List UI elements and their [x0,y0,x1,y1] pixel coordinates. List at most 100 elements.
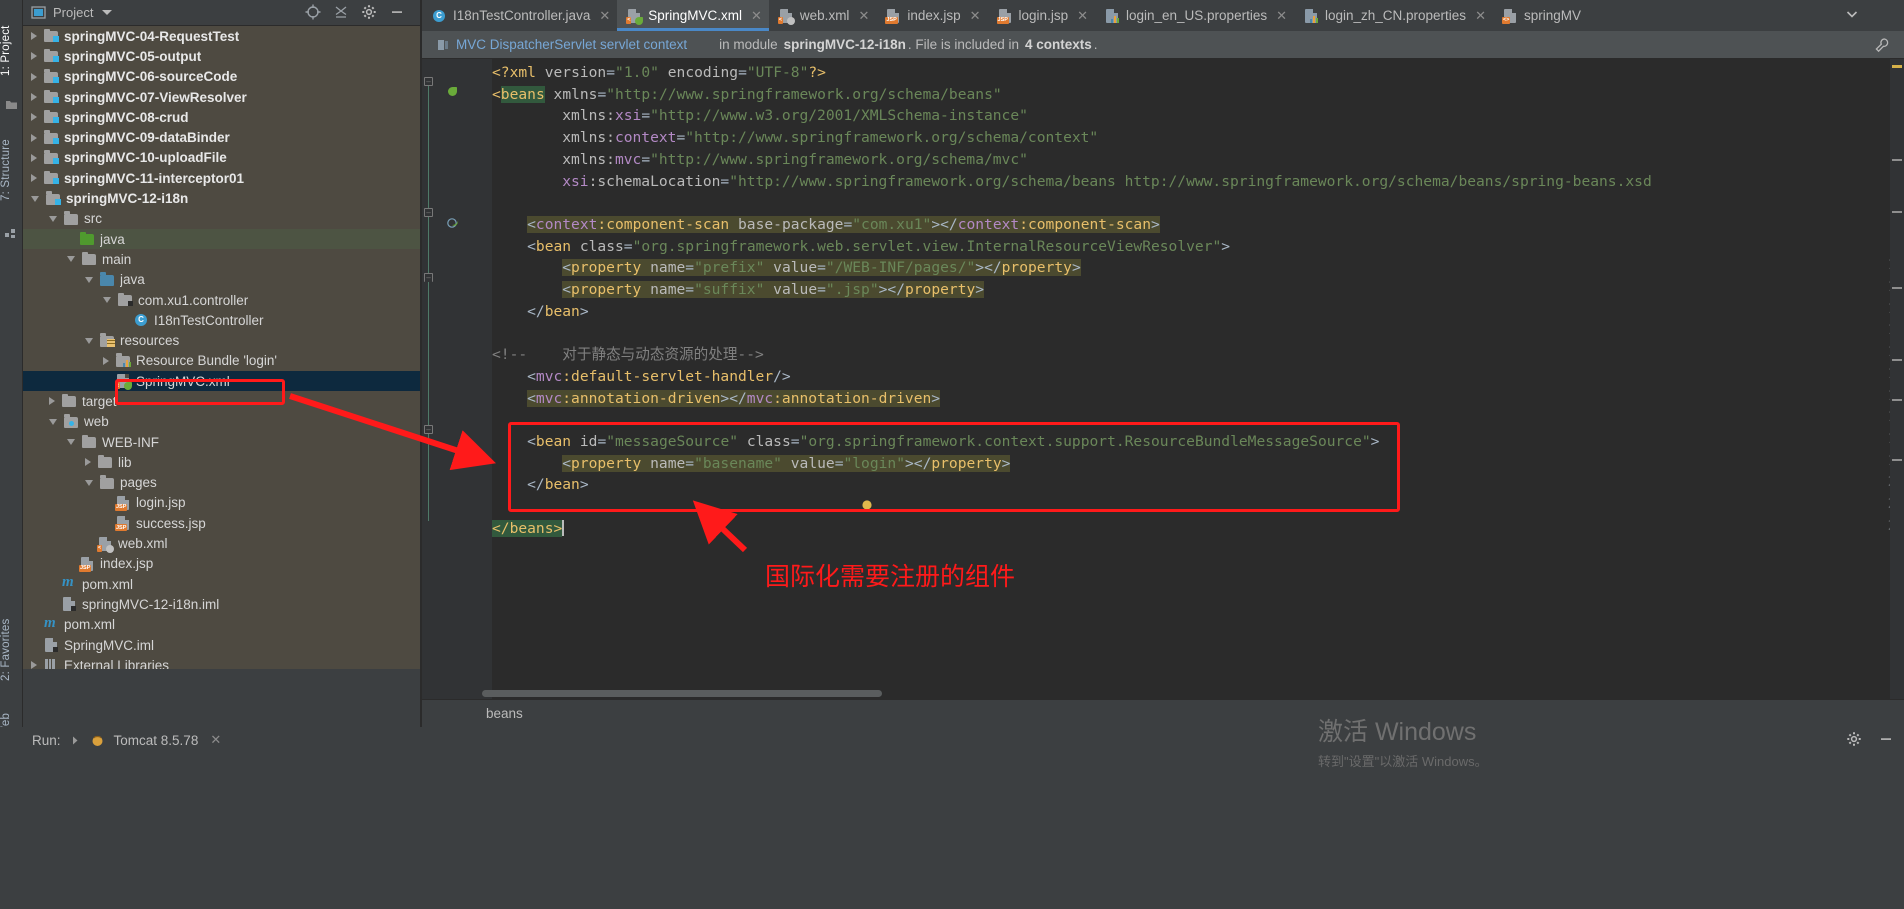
code-line[interactable]: xmlns:xsi="http://www.w3.org/2001/XMLSch… [562,105,1028,127]
tree-node[interactable]: springMVC-09-dataBinder [23,127,420,148]
chevron-right-icon[interactable] [31,133,37,142]
tree-node[interactable]: springMVC-07-ViewResolver [23,86,420,108]
tree-node[interactable]: resources [23,330,420,350]
change-marker[interactable] [1892,459,1902,461]
tree-node[interactable]: main [23,249,420,270]
chevron-down-icon[interactable] [85,276,93,283]
spring-bean-icon[interactable] [446,216,460,230]
close-icon[interactable]: ✕ [599,8,610,24]
chevron-down-icon[interactable] [67,256,75,263]
tree-node[interactable]: SpringMVC.iml [23,634,420,656]
project-tree[interactable]: springMVC-04-RequestTest springMVC-05-out… [23,26,420,669]
collapse-all-icon[interactable] [333,4,349,23]
close-icon[interactable]: ✕ [210,732,221,748]
chevron-down-icon[interactable] [102,10,113,15]
chevron-right-icon[interactable] [31,661,37,669]
code-line[interactable]: <!-- 对于静态与动态资源的处理--> [492,344,764,366]
tree-node[interactable]: springMVC-05-output [23,46,420,67]
locate-icon[interactable] [305,4,321,23]
code-line[interactable]: <property name="suffix" value=".jsp"></p… [562,279,985,301]
editor-tab[interactable]: <> springMV [1493,0,1588,31]
chevron-right-icon[interactable] [31,72,37,81]
editor-horizontal-scrollbar[interactable] [482,690,882,697]
close-icon[interactable]: ✕ [1475,8,1486,24]
chevron-right-icon[interactable] [85,458,91,467]
spring-bean-icon[interactable] [446,85,459,98]
chevron-right-icon[interactable] [70,735,81,746]
chevron-down-icon[interactable] [1844,6,1860,25]
code-line[interactable]: <bean class="org.springframework.web.ser… [527,236,1230,258]
chevron-right-icon[interactable] [31,113,37,122]
tree-node[interactable]: < SpringMVC.xml [23,371,420,392]
gear-icon[interactable] [1846,731,1862,750]
code-text-area[interactable]: <?xml version="1.0" encoding="UTF-8"?> <b… [492,59,1904,699]
tree-node[interactable]: target [23,391,420,412]
tree-node[interactable]: src [23,208,420,229]
gear-icon[interactable] [361,4,377,23]
change-marker[interactable] [1892,159,1902,161]
chevron-down-icon[interactable] [31,195,39,202]
change-marker[interactable] [1892,399,1902,401]
tree-node[interactable]: springMVC-12-i18n.iml [23,594,420,615]
tree-node[interactable]: springMVC-08-crud [23,107,420,128]
code-line[interactable]: <property name="basename" value="login">… [562,453,1011,475]
chevron-right-icon[interactable] [31,52,37,61]
editor-marker-bar[interactable] [1890,59,1904,699]
tab-overflow-controls[interactable] [1842,0,1904,31]
tree-node[interactable]: JSP index.jsp [23,553,420,575]
tree-node[interactable]: springMVC-10-uploadFile [23,147,420,169]
tree-node[interactable]: com.xu1.controller [23,290,420,310]
change-marker[interactable] [1892,287,1902,289]
tree-node[interactable]: C I18nTestController [23,310,420,330]
tree-node[interactable]: External Libraries [23,655,420,669]
chevron-down-icon[interactable] [103,297,111,303]
rail-item-project[interactable]: 1: Project [0,8,23,93]
fold-collapse-icon[interactable]: – [424,208,433,217]
chevron-right-icon[interactable] [49,397,55,406]
chevron-down-icon[interactable] [67,439,75,446]
editor-tab[interactable]: JSP login.jsp ✕ [988,0,1095,31]
tree-node[interactable]: springMVC-04-RequestTest [23,26,420,47]
chevron-right-icon[interactable] [31,174,37,183]
tree-node[interactable]: web [23,411,420,432]
fold-collapse-icon[interactable]: – [424,77,433,86]
tree-node[interactable]: JSP login.jsp [23,492,420,514]
tree-node[interactable]: Resource Bundle 'login' [23,351,420,371]
editor-tab[interactable]: JSP index.jsp ✕ [876,0,987,31]
editor-gutter[interactable] [422,59,478,699]
editor-tab[interactable]: login_en_US.properties ✕ [1095,0,1294,31]
infobar-contexts-count[interactable]: 4 contexts [1025,37,1092,52]
tree-node[interactable]: < web.xml [23,533,420,554]
tree-node[interactable]: m pom.xml [23,614,420,635]
code-line[interactable]: <mvc:default-servlet-handler/> [527,366,791,388]
code-line[interactable]: </beans> [492,518,564,540]
code-line[interactable]: </bean> [527,474,589,496]
chevron-down-icon[interactable] [49,418,57,425]
code-line[interactable]: </bean> [527,301,589,323]
code-line[interactable]: xmlns:mvc="http://www.springframework.or… [562,149,1028,171]
tree-node[interactable]: springMVC-11-interceptor01 [23,168,420,189]
code-line[interactable]: <?xml version="1.0" encoding="UTF-8"?> [492,62,826,84]
code-editor[interactable]: 12345678910111213141516171819202122 – – … [422,59,1904,699]
code-line[interactable]: xsi:schemaLocation="http://www.springfra… [562,171,1652,193]
editor-tab[interactable]: < web.xml ✕ [769,0,876,31]
chevron-right-icon[interactable] [31,153,37,162]
rail-item-structure[interactable]: 7: Structure [0,120,23,220]
minimize-icon[interactable] [1878,731,1894,750]
warning-marker[interactable] [1892,65,1902,68]
tree-node[interactable]: java [23,270,420,290]
close-icon[interactable]: ✕ [970,8,981,24]
tree-node[interactable]: springMVC-12-i18n [23,188,420,209]
close-icon[interactable]: ✕ [1276,8,1287,24]
infobar-context-link[interactable]: MVC DispatcherServlet servlet context [456,37,687,52]
rail-item-favorites[interactable]: 2: Favorites [0,600,23,700]
chevron-down-icon[interactable] [85,337,93,344]
editor-tab[interactable]: < SpringMVC.xml ✕ [617,0,769,31]
tree-node[interactable]: lib [23,452,420,473]
close-icon[interactable]: ✕ [1077,8,1088,24]
chevron-right-icon[interactable] [31,32,37,41]
minimize-icon[interactable] [389,4,405,23]
code-line[interactable]: <beans xmlns="http://www.springframework… [492,84,1002,106]
close-icon[interactable]: ✕ [858,8,869,24]
run-config-name[interactable]: Tomcat 8.5.78 [114,733,199,748]
